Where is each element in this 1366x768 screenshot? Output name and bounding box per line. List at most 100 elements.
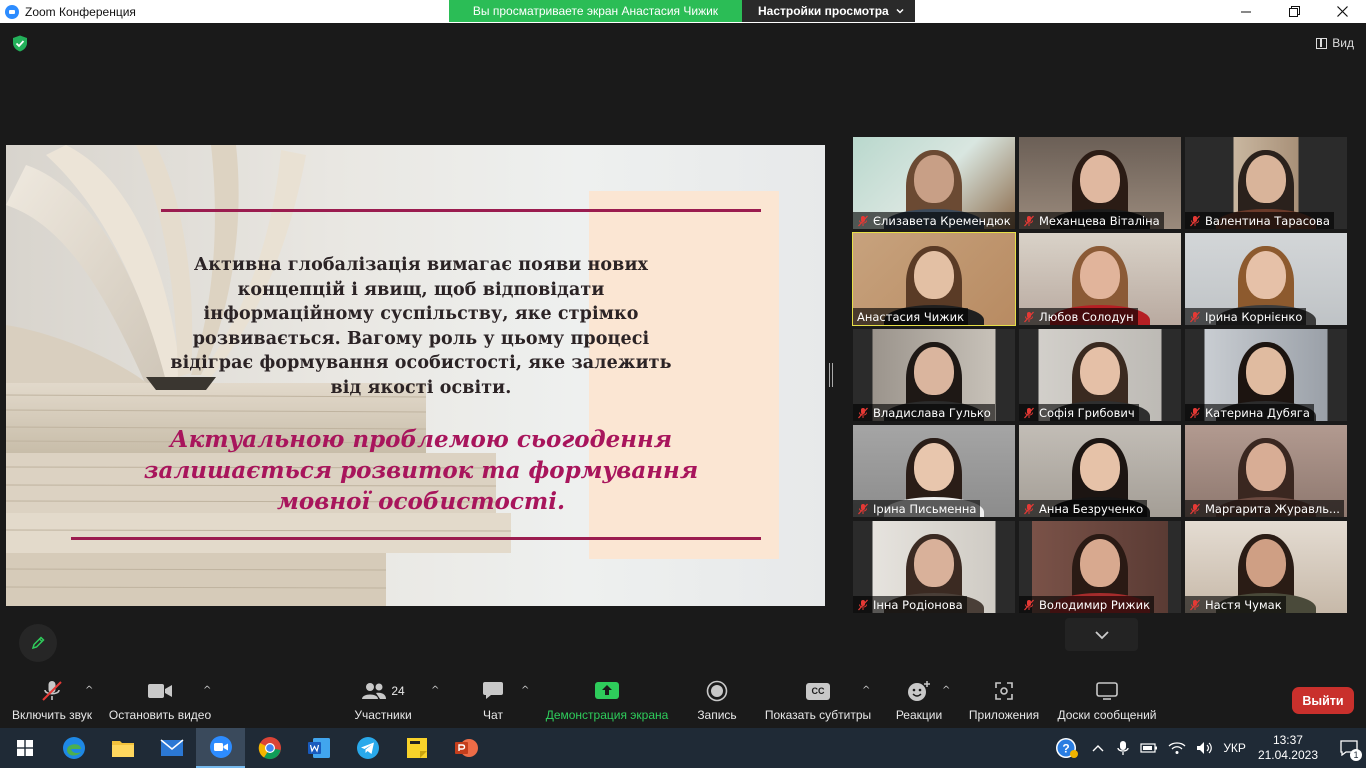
participant-tile[interactable]: Ірина Корнієнко [1185,233,1347,325]
chrome-icon[interactable] [245,728,294,768]
participant-name-bar: Ірина Письменна [853,500,981,517]
notification-center-button[interactable]: 1 [1332,728,1366,768]
whiteboards-button[interactable]: Доски сообщений [1054,677,1160,722]
zoom-taskbar-icon[interactable] [196,728,245,768]
input-language[interactable]: УКР [1223,741,1246,755]
participant-tile[interactable]: Анна Безрученко [1019,425,1181,517]
share-screen-icon [595,682,619,699]
stop-video-button[interactable]: Остановить видео [108,677,212,722]
microphone-muted-icon [1024,311,1034,322]
participant-tile[interactable]: Катерина Дубяга [1185,329,1347,421]
participant-name: Анастасия Чижик [857,309,965,324]
microphone-muted-icon [1024,503,1034,514]
pencil-icon [31,636,45,650]
split-resize-handle[interactable] [829,363,833,387]
gallery-next-page-button[interactable] [1065,618,1138,651]
participants-options-caret[interactable]: ^ [431,685,439,696]
participant-tile[interactable]: Владислава Гулько [853,329,1015,421]
participant-tile[interactable]: Інна Родіонова [853,521,1015,613]
mail-icon[interactable] [147,728,196,768]
participant-face-shape [1080,443,1120,492]
notification-count: 1 [1350,749,1362,761]
sticky-notes-icon[interactable] [392,728,441,768]
close-button[interactable] [1318,0,1366,23]
audio-options-caret[interactable]: ^ [85,685,93,696]
slide-paragraph: Активна глобалізація вимагає появи нових… [170,255,672,398]
participant-tile[interactable]: Софія Грибович [1019,329,1181,421]
apps-icon [995,682,1013,700]
clock[interactable]: 13:37 21.04.2023 [1258,733,1318,763]
participant-face-shape [1246,443,1286,492]
participant-tile[interactable]: Володимир Рижик [1019,521,1181,613]
participant-face-shape [914,539,954,588]
participant-name-bar: Софія Грибович [1019,404,1139,421]
view-toggle-button[interactable]: Вид [1316,36,1354,50]
whiteboard-icon [1096,682,1118,700]
slide-top-rule [161,209,761,212]
restore-icon [1288,6,1300,17]
view-options-button[interactable]: Настройки просмотра [742,0,915,22]
wifi-icon[interactable] [1168,741,1186,755]
participant-name-bar: Анна Безрученко [1019,500,1148,517]
close-icon [1336,6,1348,17]
participant-tile[interactable]: Анастасия Чижик [852,232,1016,326]
participant-tile[interactable]: Єлизавета Кремендюк [853,137,1015,229]
participant-name: Настя Чумак [1205,597,1282,612]
record-label: Запись [697,708,737,722]
meeting-toolbar: Включить звук ^ Остановить видео ^ 24 Уч… [0,677,1366,727]
word-icon[interactable] [294,728,343,768]
window-controls [1222,0,1366,23]
participant-tile[interactable]: Механцева Віталіна [1019,137,1181,229]
participants-count: 24 [391,684,405,698]
share-screen-button[interactable]: Демонстрация экрана [544,677,670,722]
share-screen-label: Демонстрация экрана [545,708,669,722]
powerpoint-icon[interactable] [441,728,490,768]
participant-name: Механцева Віталіна [1039,213,1160,228]
participant-name-bar: Настя Чумак [1185,596,1286,613]
restore-button[interactable] [1270,0,1318,23]
file-explorer-icon[interactable] [98,728,147,768]
apps-label: Приложения [968,708,1040,722]
minimize-icon [1241,11,1251,12]
participant-name-bar: Анастасия Чижик [853,308,969,325]
show-captions-button[interactable]: CC Показать субтитры [763,677,873,722]
record-icon [706,680,728,702]
annotate-button[interactable] [19,624,57,662]
participant-tile[interactable]: Маргарита Журавль... [1185,425,1347,517]
captions-options-caret[interactable]: ^ [862,685,870,696]
chevron-down-icon [896,8,904,14]
participant-tile[interactable]: Любов Солодун [1019,233,1181,325]
encryption-shield-icon[interactable] [12,35,28,52]
chat-bubble-icon [483,682,503,699]
telegram-icon[interactable] [343,728,392,768]
whiteboards-label: Доски сообщений [1057,708,1157,722]
chat-button[interactable]: Чат [474,677,512,722]
edge-icon[interactable] [49,728,98,768]
participant-name-bar: Маргарита Журавль... [1185,500,1344,517]
volume-icon[interactable] [1196,741,1214,755]
help-icon[interactable]: ? [1055,736,1079,760]
slide-quote: Актуальною проблемою сьогодення залишаєт… [143,426,699,515]
reactions-button[interactable]: Реакции [893,677,945,722]
record-button[interactable]: Запись [694,677,740,722]
leave-meeting-button[interactable]: Выйти [1292,687,1354,714]
unmute-label: Включить звук [11,708,93,722]
video-options-caret[interactable]: ^ [203,685,211,696]
apps-button[interactable]: Приложения [966,677,1042,722]
show-hidden-icons-caret[interactable] [1091,743,1105,753]
participants-button[interactable]: 24 Участники [352,677,414,722]
battery-icon[interactable] [1140,742,1158,754]
unmute-button[interactable]: Включить звук [10,677,94,722]
chat-options-caret[interactable]: ^ [521,685,529,696]
participant-name-bar: Інна Родіонова [853,596,967,613]
participant-name: Єлизавета Кремендюк [873,213,1011,228]
participant-name: Валентина Тарасова [1205,213,1330,228]
reactions-options-caret[interactable]: ^ [942,685,950,696]
participant-tile[interactable]: Ірина Письменна [853,425,1015,517]
participant-tile[interactable]: Валентина Тарасова [1185,137,1347,229]
windows-start-icon[interactable] [0,728,49,768]
microphone-tray-icon[interactable] [1116,740,1130,756]
participant-tile[interactable]: Настя Чумак [1185,521,1347,613]
participant-face-shape [1246,251,1286,300]
minimize-button[interactable] [1222,0,1270,23]
